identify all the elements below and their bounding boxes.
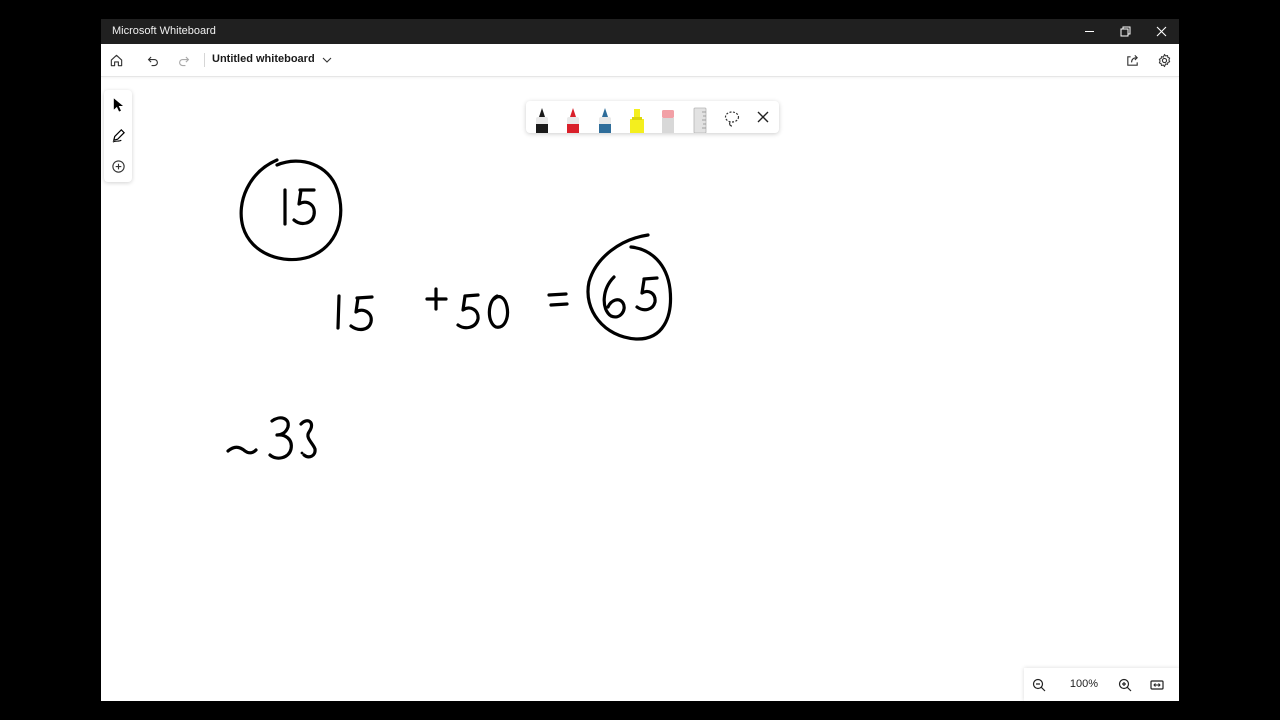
eraser-button[interactable]	[657, 105, 679, 133]
redo-icon	[178, 56, 189, 66]
zoom-out-button[interactable]	[1030, 676, 1048, 694]
eraser-icon	[662, 110, 674, 133]
red-pen-button[interactable]	[562, 105, 584, 133]
restore-icon	[1120, 26, 1130, 37]
inking-tool-button[interactable]	[108, 125, 128, 145]
ink-minus	[226, 445, 258, 455]
black-pen-button[interactable]	[531, 105, 553, 133]
lasso-select-button[interactable]	[721, 105, 743, 133]
home-icon	[110, 54, 122, 66]
lasso-icon	[724, 111, 740, 127]
pen-tray	[526, 101, 779, 134]
close-icon	[757, 111, 769, 123]
title-bar: Microsoft Whiteboard	[101, 19, 1179, 44]
circle-stroke-1	[239, 158, 343, 262]
zoom-out-icon	[1032, 678, 1046, 692]
ink-plus	[425, 287, 448, 311]
close-pen-tray-button[interactable]	[752, 105, 774, 133]
ink-number-15-top	[283, 188, 316, 226]
red-pen-icon	[567, 108, 579, 133]
restore-button[interactable]	[1107, 19, 1143, 44]
fit-to-screen-button[interactable]	[1148, 676, 1166, 694]
redo-button[interactable]	[174, 50, 194, 70]
zoom-level[interactable]: 100%	[1066, 678, 1102, 690]
highlighter-icon	[630, 109, 644, 133]
board-title[interactable]: Untitled whiteboard	[212, 53, 315, 65]
share-button[interactable]	[1122, 50, 1142, 70]
ink-number-15	[336, 294, 374, 332]
window-title: Microsoft Whiteboard	[112, 25, 216, 37]
ink-number-35	[268, 416, 317, 460]
add-content-button[interactable]	[108, 156, 128, 176]
ink-number-50	[456, 293, 510, 330]
circle-stroke-2	[586, 233, 673, 341]
blue-pen-button[interactable]	[594, 105, 616, 133]
share-icon	[1126, 54, 1138, 66]
zoom-in-button[interactable]	[1116, 676, 1134, 694]
ink-equals	[547, 292, 569, 307]
pointer-icon	[113, 97, 123, 112]
minimize-icon	[1084, 31, 1094, 32]
blue-pen-icon	[599, 108, 611, 133]
ink-number-65	[602, 275, 659, 319]
zoom-in-icon	[1118, 678, 1132, 692]
close-window-button[interactable]	[1143, 19, 1179, 44]
select-tool-button[interactable]	[108, 94, 128, 114]
ruler-button[interactable]	[689, 105, 711, 134]
ruler-icon	[693, 107, 707, 134]
fit-screen-icon	[1150, 680, 1164, 690]
left-toolbar	[104, 90, 132, 182]
chevron-down-icon[interactable]	[321, 54, 333, 66]
home-button[interactable]	[106, 50, 126, 70]
minimize-button[interactable]	[1071, 19, 1107, 44]
black-pen-icon	[536, 108, 548, 133]
ink-dot	[300, 451, 304, 455]
yellow-highlighter-button[interactable]	[626, 105, 648, 133]
close-icon	[1156, 26, 1166, 37]
pen-icon	[112, 128, 125, 143]
ink-layer	[226, 158, 673, 460]
app-bar: Untitled whiteboard	[101, 44, 1179, 77]
whiteboard-canvas[interactable]	[101, 77, 1179, 701]
whiteboard-window: Microsoft Whiteboard Untitled whiteboard	[101, 19, 1179, 701]
zoom-bar: 100%	[1024, 668, 1179, 701]
undo-icon	[147, 56, 158, 66]
appbar-divider	[204, 53, 205, 67]
plus-circle-icon	[111, 159, 125, 173]
settings-button[interactable]	[1154, 50, 1174, 70]
undo-button[interactable]	[142, 50, 162, 70]
gear-icon	[1158, 53, 1170, 67]
